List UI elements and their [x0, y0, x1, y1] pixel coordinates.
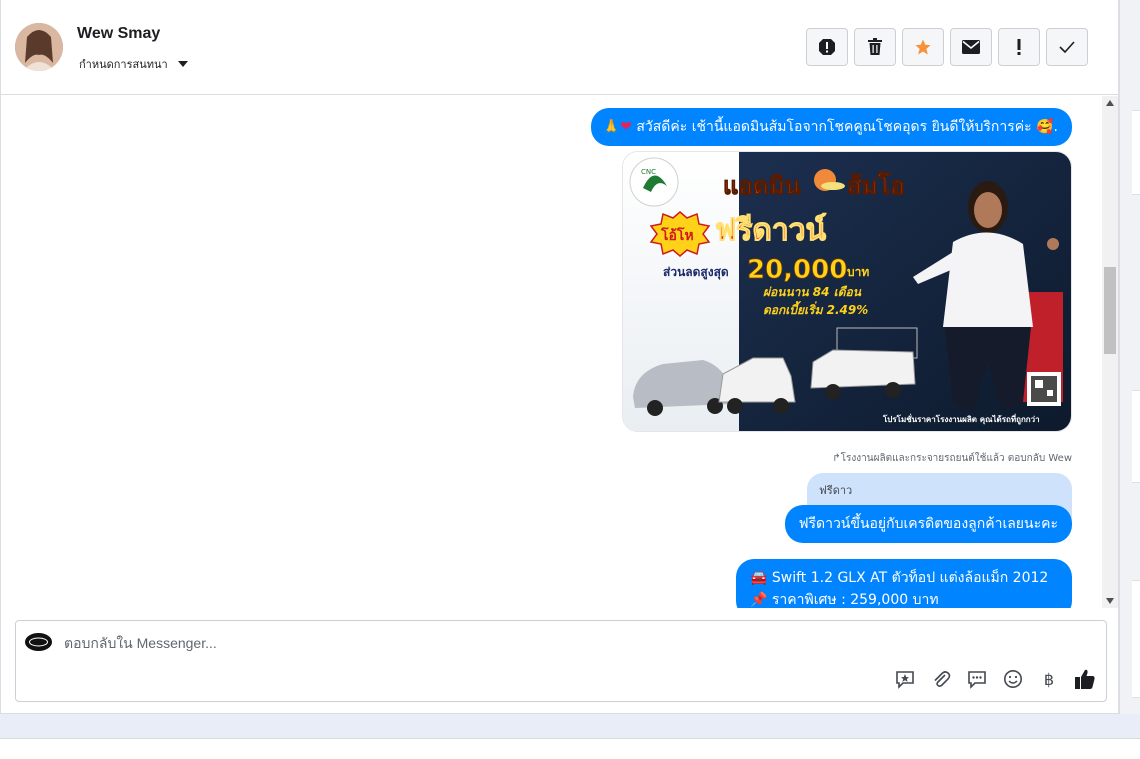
reply-input[interactable]: ตอบกลับใน Messenger...: [64, 633, 217, 655]
scroll-thumb[interactable]: [1104, 267, 1116, 354]
conversation-header: Wew Smay กำหนดการสนทนา: [1, 0, 1118, 95]
report-icon: [819, 39, 835, 55]
like-icon: [1075, 669, 1095, 689]
pray-emoji: 🙏: [602, 119, 621, 135]
caret-down-icon: [177, 61, 188, 67]
attachment-button[interactable]: [930, 668, 952, 690]
saved-reply-button[interactable]: [894, 668, 916, 690]
promo-discount-value: 20,000: [747, 255, 847, 285]
exclamation-icon: [1017, 39, 1021, 55]
scroll-down-arrow-icon[interactable]: [1106, 598, 1114, 604]
payment-button[interactable]: ฿: [1038, 668, 1060, 690]
reply-meta: ↱โรงงานผลิตและกระจายรถยนต์ใช้แล้ว ตอบกลั…: [832, 451, 1072, 466]
message-bubble-greeting[interactable]: 🙏❤ สวัสดีค่ะ เช้านี้แอดมินส้มโอจากโชคคูณ…: [590, 108, 1072, 146]
promo-logo-text: CNC: [641, 168, 656, 176]
star-icon: [915, 39, 931, 55]
promo-title-right: ส้มโอ: [847, 171, 905, 200]
mail-icon: [962, 40, 980, 54]
share-arrow-icon: ↱: [832, 453, 841, 464]
promo-installment: ผ่อนนาน 84 เดือน: [763, 285, 862, 299]
promo-title-left: แอดมิน: [723, 172, 801, 200]
chat-button[interactable]: [966, 668, 988, 690]
saved-reply-icon: [896, 671, 914, 689]
mark-important-button[interactable]: [998, 28, 1040, 66]
promo-discount-unit: บาท: [847, 265, 869, 279]
quoted-text: ฟรีดาว: [819, 484, 853, 497]
mark-done-button[interactable]: [1046, 28, 1088, 66]
message-scrollbar[interactable]: [1102, 96, 1118, 608]
message-bubble-car-listing[interactable]: 🚘 Swift 1.2 GLX AT ตัวท็อป แต่งล้อแม็ก 2…: [736, 559, 1072, 608]
reply-text: ฟรีดาวน์ขึ้นอยู่กับเครดิตของลูกค้าเลยนะค…: [798, 516, 1058, 532]
promo-image[interactable]: CNC แอดมิน ส้มโอ โอ้โห ฟรีดาวน์ ส่วนลดสู…: [622, 151, 1072, 432]
report-spam-button[interactable]: [806, 28, 848, 66]
conversation-panel: Wew Smay กำหนดการสนทนา 🙏❤ สวัสดีค่ะ เช้า…: [0, 0, 1119, 714]
car-line-1: 🚘 Swift 1.2 GLX AT ตัวท็อป แต่งล้อแม็ก 2…: [750, 570, 1049, 586]
bottom-band: [0, 714, 1140, 738]
promo-headline: ฟรีดาวน์: [715, 213, 827, 248]
page-logo: [25, 633, 52, 651]
promo-interest: ดอกเบี้ยเริ่ม 2.49%: [763, 301, 868, 317]
emoji-icon: [1004, 670, 1022, 688]
attachment-icon: [934, 671, 951, 687]
promo-footer: โปรโมชั่นราคาโรงงานผลิต คุณได้รถที่ถูกกว…: [882, 413, 1040, 425]
composer-tools: ฿: [894, 668, 1096, 690]
car-line-2: 📌 ราคาพิเศษ : 259,000 บาท: [750, 592, 939, 608]
reply-meta-text: โรงงานผลิตและกระจายรถยนต์ใช้แล้ว ตอบกลับ…: [840, 453, 1072, 464]
right-side-panel: [1119, 0, 1140, 714]
greeting-text: สวัสดีค่ะ เช้านี้แอดมินส้มโอจากโชคคูณโชค…: [631, 119, 1058, 135]
mark-unread-button[interactable]: [950, 28, 992, 66]
conversation-options-dropdown[interactable]: กำหนดการสนทนา: [79, 55, 188, 73]
promo-badge: โอ้โห: [660, 226, 694, 244]
heart-icon: ❤: [620, 119, 632, 135]
conversation-options-label: กำหนดการสนทนา: [79, 58, 168, 71]
like-button[interactable]: [1074, 668, 1096, 690]
star-button[interactable]: [902, 28, 944, 66]
chat-icon: [968, 671, 986, 689]
header-actions: [806, 28, 1088, 66]
delete-button[interactable]: [854, 28, 896, 66]
check-icon: [1059, 41, 1075, 53]
promo-discount-label: ส่วนลดสูงสุด: [663, 265, 729, 280]
message-list: 🙏❤ สวัสดีค่ะ เช้านี้แอดมินส้มโอจากโชคคูณ…: [1, 96, 1102, 608]
message-bubble-reply[interactable]: ฟรีดาวน์ขึ้นอยู่กับเครดิตของลูกค้าเลยนะค…: [784, 505, 1072, 543]
emoji-button[interactable]: [1002, 668, 1024, 690]
trash-icon: [868, 38, 882, 55]
scroll-up-arrow-icon[interactable]: [1106, 100, 1114, 106]
baht-icon: ฿: [1043, 669, 1055, 689]
bottom-divider: [0, 738, 1140, 739]
message-composer[interactable]: ตอบกลับใน Messenger... ฿: [15, 620, 1107, 702]
contact-name[interactable]: Wew Smay: [77, 25, 160, 43]
avatar[interactable]: [15, 23, 63, 71]
